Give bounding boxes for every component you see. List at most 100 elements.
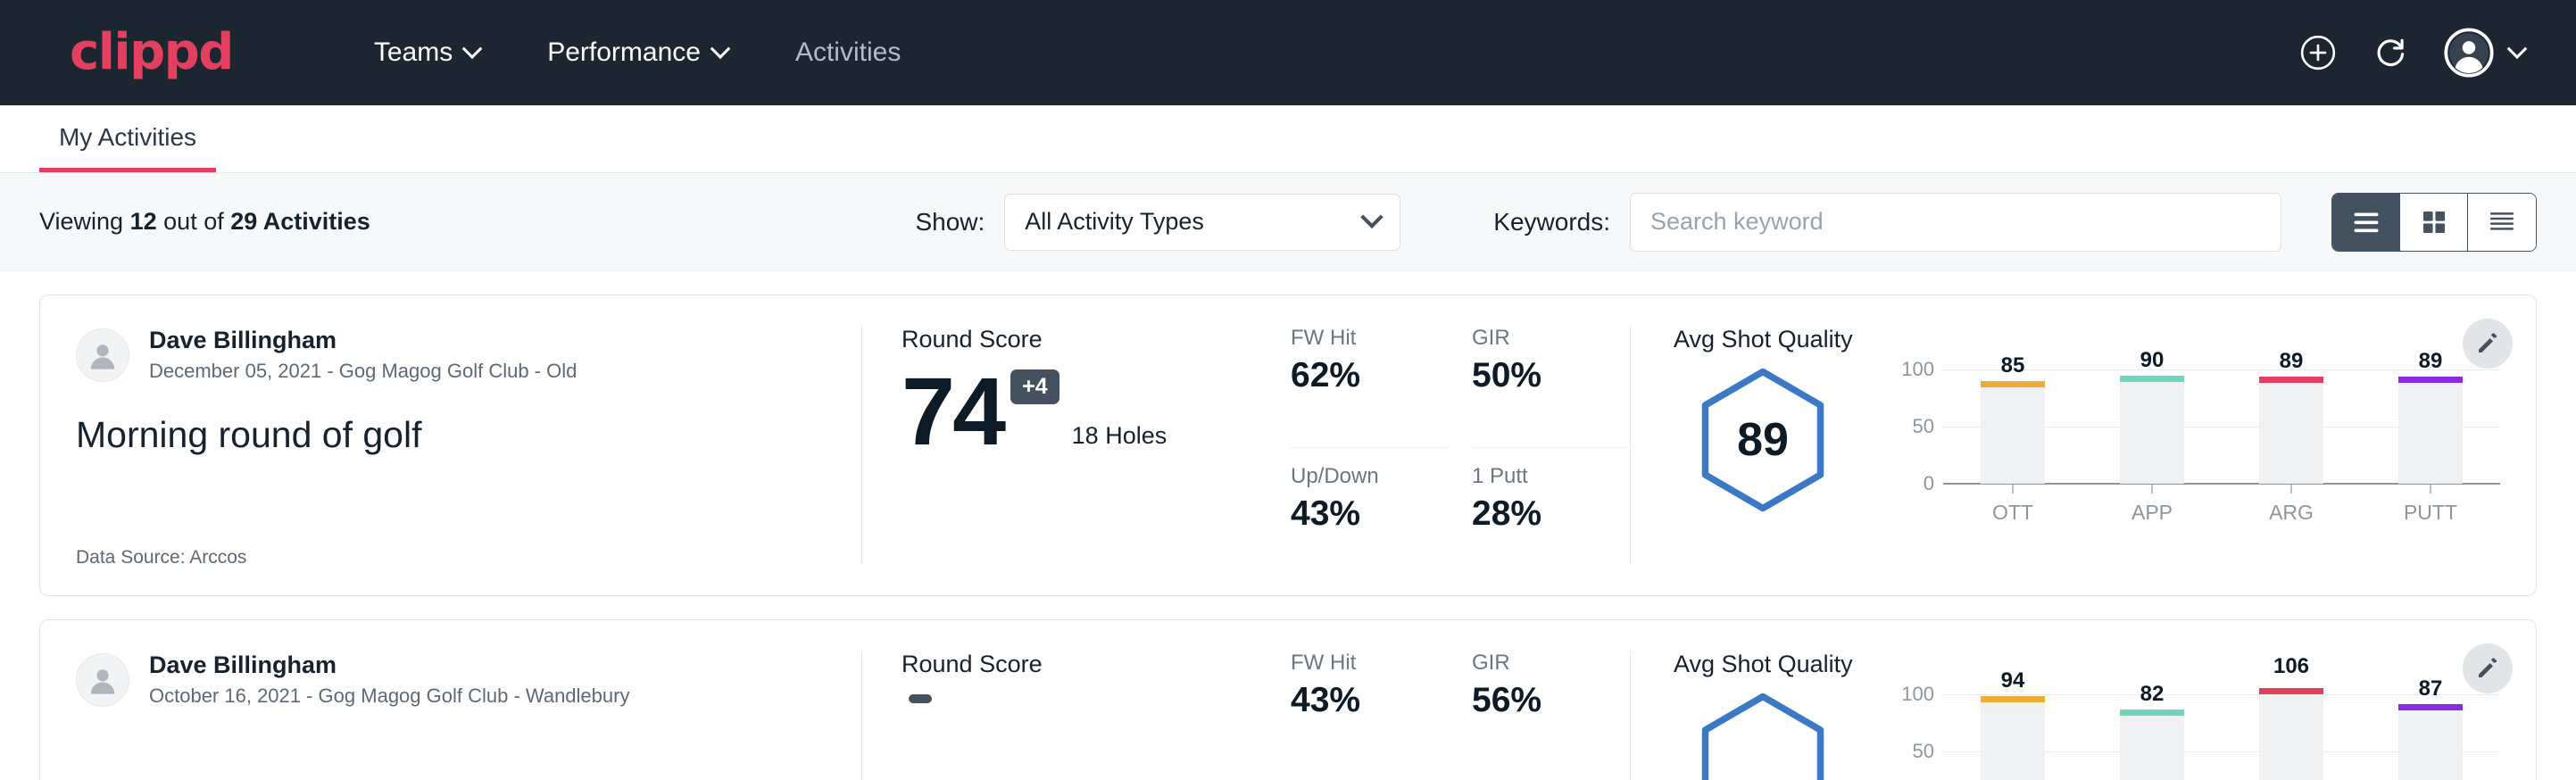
edit-activity-button[interactable]: [2463, 643, 2513, 693]
activity-card[interactable]: Dave Billingham December 05, 2021 - Gog …: [39, 295, 2537, 596]
avatar: [76, 328, 129, 382]
chevron-down-icon: [462, 38, 483, 59]
avg-shot-quality-body: 89 100 50 0 85: [1674, 361, 2500, 568]
app-logo[interactable]: clippd: [70, 28, 233, 78]
user-menu-button[interactable]: [2444, 28, 2524, 78]
activity-card[interactable]: Dave Billingham October 16, 2021 - Gog M…: [39, 619, 2537, 780]
nav-item-label: Performance: [547, 37, 701, 68]
avatar: [76, 653, 129, 707]
activity-date-course: December 05, 2021 - Gog Magog Golf Club …: [149, 359, 577, 385]
quality-hexagon: [1696, 691, 1830, 780]
tick-mark: [2151, 484, 2153, 494]
view-mode-toggle-group: [2331, 193, 2537, 252]
bar-arg: [2259, 383, 2323, 484]
bar-cap: [2259, 688, 2323, 694]
activity-summary: Dave Billingham December 05, 2021 - Gog …: [40, 295, 861, 595]
show-label: Show:: [915, 208, 985, 236]
activity-type-select-value: All Activity Types: [1025, 208, 1204, 236]
stat-fw-hit: FW Hit 43%: [1291, 651, 1449, 780]
round-stats-grid: FW Hit 43% GIR 56%: [1291, 620, 1630, 780]
bar-value-label: 106: [2259, 654, 2323, 679]
stat-gir: GIR 56%: [1472, 651, 1630, 780]
viewing-total: 29 Activities: [230, 208, 370, 235]
tab-my-activities[interactable]: My Activities: [39, 123, 216, 172]
pencil-icon: [2474, 330, 2501, 357]
bar-column-app: 82: [2120, 694, 2184, 780]
activity-title: Morning round of golf: [76, 414, 826, 456]
bar-column-ott: 94: [1981, 694, 2045, 780]
stat-one-putt: 1 Putt 28%: [1472, 448, 1630, 569]
avg-shot-quality-value: [1696, 691, 1830, 780]
bar-column-arg: 89: [2259, 369, 2323, 484]
tab-bar: My Activities: [0, 105, 2576, 173]
bar-value-label: 90: [2120, 348, 2184, 373]
chart-plot-area: 100 50 0 85 90: [1884, 369, 2500, 484]
bar-putt: [2398, 710, 2463, 780]
bar-column-ott: 85: [1981, 369, 2045, 484]
search-input[interactable]: [1630, 193, 2281, 252]
bar-column-arg: 106: [2259, 694, 2323, 780]
refresh-icon: [2372, 34, 2410, 71]
user-avatar-icon: [83, 336, 122, 375]
keywords-label: Keywords:: [1493, 208, 1610, 236]
bar-cap: [1981, 696, 2045, 702]
primary-nav: Teams Performance Activities: [340, 37, 935, 68]
compact-list-icon: [2486, 208, 2518, 236]
edit-activity-button[interactable]: [2463, 319, 2513, 369]
chevron-down-icon: [2507, 38, 2528, 59]
chart-x-axis: OTT APP ARG PUTT: [1943, 484, 2500, 525]
stat-label: GIR: [1472, 651, 1607, 676]
round-score-section: Round Score 74 +4 18 Holes: [862, 295, 1291, 595]
activity-user: Dave Billingham October 16, 2021 - Gog M…: [76, 651, 826, 709]
bar-value-label: 87: [2398, 676, 2463, 701]
nav-actions: [2298, 28, 2524, 78]
bar-cap: [2120, 376, 2184, 382]
user-avatar-icon: [83, 660, 122, 700]
bar-value-label: 82: [2120, 682, 2184, 707]
stat-value: 43%: [1291, 681, 1425, 720]
stat-value: 50%: [1472, 356, 1607, 395]
add-button[interactable]: [2298, 32, 2339, 73]
bar-column-app: 90: [2120, 369, 2184, 484]
grid-view-button[interactable]: [2400, 194, 2468, 251]
stat-value: 43%: [1291, 494, 1425, 534]
avg-shot-quality-label: Avg Shot Quality: [1674, 326, 2500, 353]
round-score-label: Round Score: [902, 326, 1291, 353]
bar-value-label: 89: [2398, 349, 2463, 374]
y-tick-0: 0: [1884, 472, 1934, 495]
stat-value: 62%: [1291, 356, 1425, 395]
avg-shot-quality-label: Avg Shot Quality: [1674, 651, 2500, 678]
list-view-button[interactable]: [2332, 194, 2400, 251]
plus-circle-icon: [2299, 34, 2337, 71]
bar-column-putt: 87: [2398, 694, 2463, 780]
refresh-button[interactable]: [2371, 32, 2412, 73]
nav-item-label: Activities: [795, 37, 901, 68]
avg-shot-quality-body: 100 50 0 94 82: [1674, 685, 2500, 780]
pencil-icon: [2474, 655, 2501, 682]
viewing-middle: out of: [163, 208, 224, 235]
tick-mark: [2290, 484, 2292, 494]
chevron-down-icon: [1361, 205, 1384, 228]
nav-item-performance[interactable]: Performance: [513, 37, 761, 68]
filter-controls: Show: All Activity Types Keywords:: [915, 193, 2537, 252]
bar-cap: [1981, 381, 2045, 387]
shot-quality-bar-chart: 100 50 0 94 82: [1852, 685, 2500, 780]
compact-view-button[interactable]: [2468, 194, 2536, 251]
round-score-value-row: [902, 691, 1291, 780]
bar-column-putt: 89: [2398, 369, 2463, 484]
list-icon: [2350, 209, 2382, 236]
nav-item-activities[interactable]: Activities: [761, 37, 935, 68]
score-to-par-badge: [909, 694, 932, 703]
x-tick-label: APP: [2131, 501, 2173, 525]
holes-played: 18 Holes: [1072, 422, 1168, 455]
round-score-value: 74: [902, 367, 1003, 455]
activity-type-select[interactable]: All Activity Types: [1004, 194, 1400, 251]
activity-data-source: Data Source: Arccos: [76, 547, 826, 568]
quality-hex-wrap: 89: [1674, 361, 1852, 514]
score-to-par-badge: +4: [1010, 369, 1059, 404]
nav-item-teams[interactable]: Teams: [340, 37, 513, 68]
chart-bars: 94 82 106 8: [1943, 694, 2500, 780]
stat-label: FW Hit: [1291, 326, 1425, 351]
bar-arg: [2259, 694, 2323, 780]
activity-count-summary: Viewing 12 out of 29 Activities: [39, 208, 370, 236]
